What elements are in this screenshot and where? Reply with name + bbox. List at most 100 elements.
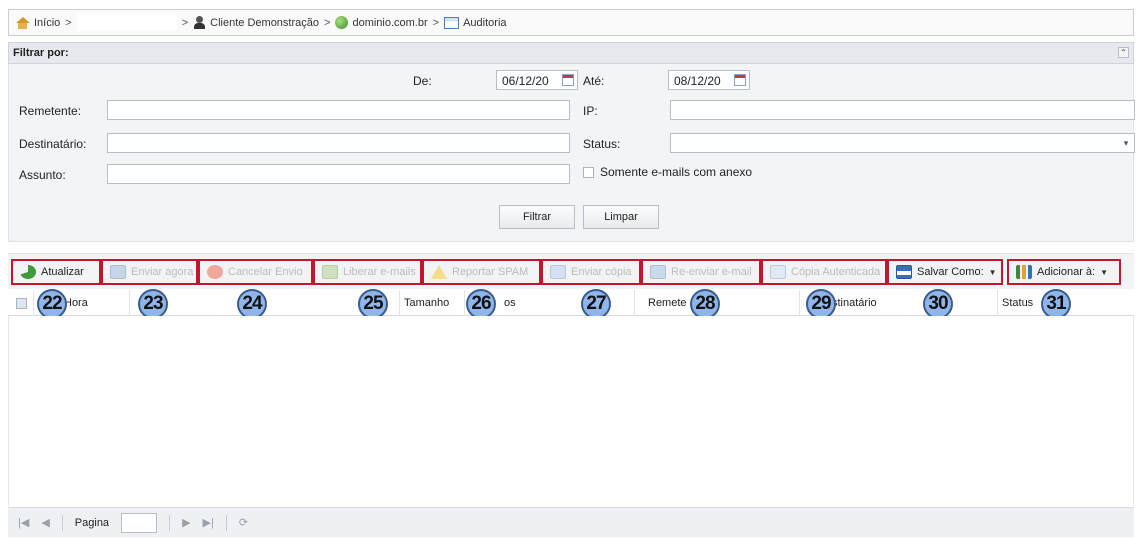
floppy-disk-icon	[896, 265, 912, 279]
destinatario-input[interactable]	[107, 133, 570, 153]
remetente-input[interactable]	[107, 100, 570, 120]
cancel-icon	[207, 265, 223, 279]
breadcrumb-page-label: Auditoria	[463, 16, 507, 29]
send-mail-icon	[110, 265, 126, 279]
salvar-como-button[interactable]: Salvar Como: ▼	[887, 259, 1003, 285]
breadcrumb-home[interactable]: Início	[15, 16, 60, 29]
resend-mail-icon	[650, 265, 666, 279]
envelope-icon	[550, 265, 566, 279]
copia-autenticada-button[interactable]: Cópia Autenticada	[761, 259, 887, 285]
de-date-value: 06/12/20	[502, 74, 549, 88]
adicionar-a-button[interactable]: Adicionar à: ▼	[1007, 259, 1121, 285]
liberar-emails-button[interactable]: Liberar e-mails	[313, 259, 422, 285]
breadcrumb-client-label[interactable]: Cliente Demonstração	[210, 17, 319, 29]
marker-27: 27	[581, 289, 611, 319]
refresh-icon[interactable]: ⟳	[239, 516, 248, 529]
status-select[interactable]: ▾	[670, 133, 1135, 153]
marker-22: 22	[37, 289, 67, 319]
marker-26: 26	[466, 289, 496, 319]
marker-23: 23	[138, 289, 168, 319]
enviar-copia-label: Enviar cópia	[571, 266, 632, 278]
filter-panel: De: 06/12/20 Até: 08/12/20 Remetente: IP…	[8, 64, 1135, 242]
marker-25: 25	[358, 289, 388, 319]
atualizar-button[interactable]: Atualizar	[11, 259, 101, 285]
breadcrumb-domain-label[interactable]: dominio.com.br	[352, 17, 427, 29]
breadcrumb: Início > > Cliente Demonstração > domini…	[8, 9, 1134, 36]
cancelar-envio-button[interactable]: Cancelar Envio	[198, 259, 313, 285]
limpar-button[interactable]: Limpar	[583, 205, 659, 229]
page-number-input[interactable]	[121, 512, 158, 533]
filtrar-button[interactable]: Filtrar	[499, 205, 575, 229]
cancelar-envio-label: Cancelar Envio	[228, 266, 303, 278]
column-tamanho[interactable]: Tamanho	[400, 290, 465, 316]
breadcrumb-home-label[interactable]: Início	[34, 17, 60, 29]
enviar-agora-label: Enviar agora	[131, 266, 194, 278]
home-icon	[15, 16, 30, 29]
grid-header: Hora o Tamanho os Remete stinatário Stat…	[8, 290, 1134, 316]
page-label: Pagina	[74, 516, 110, 529]
warning-icon	[431, 265, 447, 279]
filter-panel-title: Filtrar por:	[13, 47, 69, 59]
breadcrumb-domain[interactable]: dominio.com.br	[335, 16, 428, 29]
status-label: Status:	[583, 137, 621, 151]
ip-input[interactable]	[670, 100, 1135, 120]
enviar-copia-button[interactable]: Enviar cópia	[541, 259, 641, 285]
ip-label: IP:	[583, 104, 598, 118]
grid-body	[8, 316, 1134, 506]
globe-icon	[335, 16, 349, 29]
salvar-como-label: Salvar Como:	[917, 266, 984, 278]
chevron-down-icon[interactable]: ▾	[1118, 134, 1134, 152]
pager-divider	[61, 514, 63, 531]
breadcrumb-separator: >	[65, 16, 72, 29]
copia-autenticada-label: Cópia Autenticada	[791, 266, 881, 278]
caret-down-icon: ▼	[1100, 267, 1109, 277]
reenviar-email-button[interactable]: Re-enviar e-mail	[641, 259, 761, 285]
ate-date-field[interactable]: 08/12/20	[668, 70, 750, 90]
certificate-icon	[770, 265, 786, 279]
ate-label: Até:	[583, 74, 605, 88]
marker-24: 24	[237, 289, 267, 319]
marker-31: 31	[1041, 289, 1071, 319]
reenviar-email-label: Re-enviar e-mail	[671, 266, 752, 278]
refresh-icon	[20, 265, 36, 279]
caret-down-icon: ▼	[988, 267, 997, 277]
select-all-checkbox[interactable]	[16, 297, 27, 309]
marker-29: 29	[806, 289, 836, 319]
de-label: De:	[413, 74, 432, 88]
marker-30: 30	[923, 289, 953, 319]
select-all-column[interactable]	[8, 290, 34, 316]
first-page-icon[interactable]: |◀	[18, 516, 29, 529]
attachment-label: Somente e-mails com anexo	[600, 165, 753, 179]
calendar-icon[interactable]	[562, 74, 574, 86]
breadcrumb-separator: >	[432, 16, 440, 29]
adicionar-a-label: Adicionar à:	[1037, 266, 1096, 278]
pager: |◀ ◀ Pagina ▶ ▶| ⟳	[8, 507, 1134, 537]
toolbar: Atualizar Enviar agora Cancelar Envio Li…	[8, 253, 1134, 289]
pager-divider	[169, 514, 171, 531]
reportar-spam-button[interactable]: Reportar SPAM	[422, 259, 541, 285]
de-date-field[interactable]: 06/12/20	[496, 70, 578, 90]
collapse-icon[interactable]: ⌃	[1118, 47, 1129, 58]
enviar-agora-button[interactable]: Enviar agora	[101, 259, 198, 285]
marker-28: 28	[690, 289, 720, 319]
remetente-label: Remetente:	[19, 104, 82, 118]
ate-date-value: 08/12/20	[674, 74, 721, 88]
breadcrumb-blank-segment	[76, 14, 177, 31]
calendar-icon[interactable]	[734, 74, 746, 86]
table-icon	[444, 16, 460, 29]
liberar-emails-label: Liberar e-mails	[343, 266, 416, 278]
atualizar-label: Atualizar	[41, 266, 84, 278]
release-mail-icon	[322, 265, 338, 279]
next-page-icon[interactable]: ▶	[182, 516, 190, 529]
assunto-label: Assunto:	[19, 168, 66, 182]
assunto-input[interactable]	[107, 164, 570, 184]
reportar-spam-label: Reportar SPAM	[452, 266, 529, 278]
attachment-checkbox[interactable]	[583, 167, 594, 178]
filter-panel-header: Filtrar por: ⌃	[8, 42, 1134, 64]
last-page-icon[interactable]: ▶|	[203, 516, 214, 529]
breadcrumb-separator: >	[324, 16, 331, 29]
destinatario-label: Destinatário:	[19, 137, 87, 151]
breadcrumb-client[interactable]: Cliente Demonstração	[193, 16, 319, 29]
previous-page-icon[interactable]: ◀	[41, 516, 49, 529]
pager-divider	[225, 514, 227, 531]
